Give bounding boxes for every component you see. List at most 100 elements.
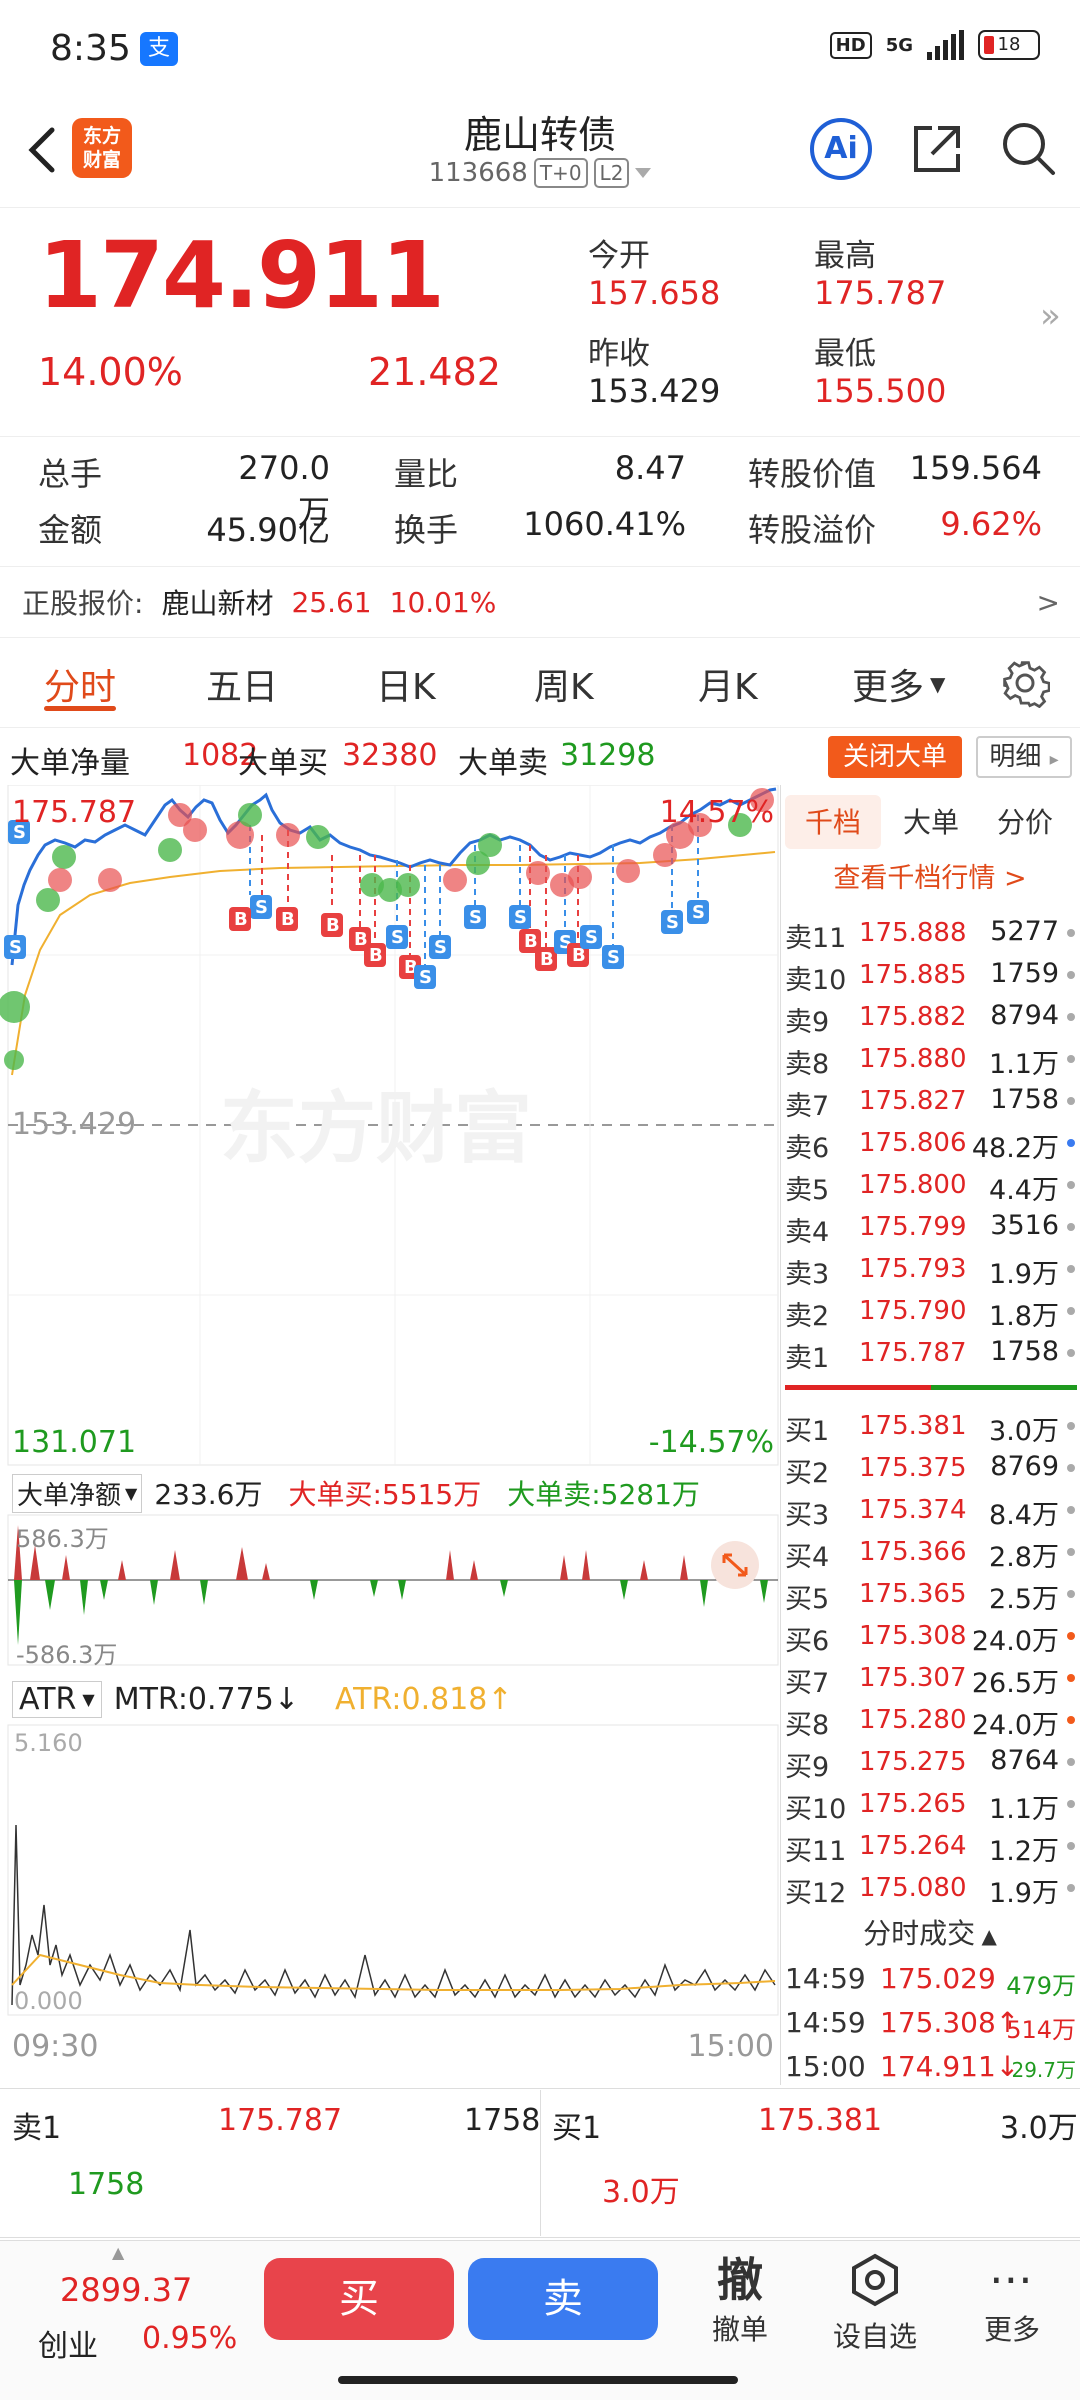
level-dot <box>1067 1884 1075 1892</box>
ask-row[interactable]: 卖2 175.790 1.8万 <box>785 1290 1077 1332</box>
logo-line1: 东方 <box>82 125 121 147</box>
intraday-chart-area[interactable]: 东方财富 S S S B B B B B S B S S S S B B S B… <box>0 785 780 2075</box>
svg-text:S: S <box>585 927 598 948</box>
ob-tab-depth[interactable]: 千档 <box>805 801 861 841</box>
time-axis-start: 09:30 <box>12 2029 99 2064</box>
ask-level: 卖7 <box>785 1091 830 1122</box>
view-depth-link[interactable]: 查看千档行情 > <box>785 856 1075 895</box>
detail-label: 明细 <box>989 742 1042 772</box>
settings-gear-icon[interactable] <box>1000 658 1050 708</box>
bid-level: 买6 <box>785 1626 830 1657</box>
ask-row[interactable]: 卖6 175.806 48.2万 <box>785 1122 1077 1164</box>
search-icon[interactable] <box>998 118 1058 178</box>
more-button[interactable]: ⋯ 更多 <box>962 2252 1062 2348</box>
ask-row[interactable]: 卖8 175.880 1.1万 <box>785 1038 1077 1080</box>
caret-up-icon: ▲ <box>975 1924 997 1948</box>
level-dot <box>1067 1055 1075 1063</box>
ask-row[interactable]: 卖7 175.827 1758 <box>785 1080 1077 1122</box>
bid-row[interactable]: 买8 175.280 24.0万 <box>785 1699 1077 1741</box>
atr-axis-top: 5.160 <box>14 1729 83 1757</box>
tab-five-day[interactable]: 五日 <box>206 658 278 710</box>
buy-button[interactable]: 买 <box>264 2258 454 2340</box>
ask-row[interactable]: 卖10 175.885 1759 <box>785 954 1077 996</box>
bid-row[interactable]: 买3 175.374 8.4万 <box>785 1489 1077 1531</box>
svg-text:S: S <box>607 947 620 968</box>
caret-up-icon: ▲ <box>112 2243 125 2262</box>
atr-selector[interactable]: ATR ▼ <box>12 1681 102 1718</box>
open-value: 157.658 <box>588 274 721 312</box>
flow-selector[interactable]: 大单净额 ▼ <box>12 1473 143 1513</box>
svg-text:S: S <box>692 902 705 923</box>
trade-row: 14:59 175.308↑ 514万 <box>785 2002 1080 2046</box>
stat-value: 45.90亿 <box>206 511 330 549</box>
ob-tab-big[interactable]: 大单 <box>903 801 959 841</box>
status-bar: 8:35 支 HD 5G 18 <box>0 0 1080 100</box>
tab-weekly-k[interactable]: 周K <box>534 658 594 710</box>
bid-row[interactable]: 买5 175.365 2.5万 <box>785 1573 1077 1615</box>
chart-high-pct: 14.57% <box>659 795 774 830</box>
bs-markers: S S S B B B B B S B S S S S B B S B S S … <box>4 820 709 989</box>
chevron-right-icon: ▸ <box>1049 749 1059 770</box>
ask-volume: 1758 <box>990 1336 1059 1367</box>
ask-row[interactable]: 卖4 175.799 3516 <box>785 1206 1077 1248</box>
bid-row[interactable]: 买10 175.265 1.1万 <box>785 1783 1077 1825</box>
bid-row[interactable]: 买2 175.375 8769 <box>785 1447 1077 1489</box>
bid-volume: 8764 <box>990 1745 1059 1776</box>
ask-volume: 1758 <box>990 1084 1059 1115</box>
underlying-stock-row[interactable]: 正股报价: 鹿山新材 25.61 10.01% > <box>0 566 1080 638</box>
ask-row[interactable]: 卖9 175.882 8794 <box>785 996 1077 1038</box>
caret-down-icon: ▼ <box>82 1690 95 1709</box>
svg-text:S: S <box>469 907 482 928</box>
mtr-line <box>11 1824 776 2006</box>
bid-row[interactable]: 买11 175.264 1.2万 <box>785 1825 1077 1867</box>
close-big-order-button[interactable]: 关闭大单 <box>828 736 962 778</box>
share-icon[interactable] <box>908 120 966 178</box>
tab-monthly-k[interactable]: 月K <box>698 658 758 710</box>
ask-volume: 1759 <box>990 958 1059 989</box>
tab-more[interactable]: 更多 ▼ <box>852 658 945 710</box>
trades-title[interactable]: 分时成交 ▲ <box>785 1912 1075 1952</box>
svg-text:S: S <box>419 967 432 988</box>
tab-intraday[interactable]: 分时 <box>44 658 116 710</box>
chart-low-pct: -14.57% <box>648 1425 774 1460</box>
detail-button[interactable]: 明细 ▸ <box>976 736 1072 778</box>
ask-row[interactable]: 卖5 175.800 4.4万 <box>785 1164 1077 1206</box>
ask-volume: 3516 <box>990 1210 1059 1241</box>
trade-price: 174.911↓ <box>880 2050 1020 2083</box>
trade-volume: 514万 <box>1006 2016 1076 2044</box>
index-value[interactable]: 2899.37 <box>60 2271 192 2309</box>
bid-row[interactable]: 买6 175.308 24.0万 <box>785 1615 1077 1657</box>
ask-price: 175.793 <box>859 1254 967 1284</box>
ask-row[interactable]: 卖3 175.793 1.9万 <box>785 1248 1077 1290</box>
ask-row[interactable]: 卖1 175.787 1758 <box>785 1332 1077 1374</box>
sell-button[interactable]: 卖 <box>468 2258 658 2340</box>
ob-tab-price[interactable]: 分价 <box>997 801 1053 841</box>
svg-text:S: S <box>255 897 268 918</box>
ask-volume: 48.2万 <box>971 1133 1059 1164</box>
bid-row[interactable]: 买1 175.381 3.0万 <box>785 1405 1077 1447</box>
bid-row[interactable]: 买9 175.275 8764 <box>785 1741 1077 1783</box>
back-icon[interactable] <box>22 120 62 180</box>
last-price: 174.911 <box>38 222 445 329</box>
bid-row[interactable]: 买4 175.366 2.8万 <box>785 1531 1077 1573</box>
tab-daily-k[interactable]: 日K <box>376 658 436 710</box>
big-sell-value: 31298 <box>560 738 656 773</box>
bid-row[interactable]: 买7 175.307 26.5万 <box>785 1657 1077 1699</box>
bid-price: 175.365 <box>859 1579 967 1609</box>
cancel-label: 撤单 <box>711 2313 768 2346</box>
home-indicator <box>338 2376 738 2384</box>
svg-text:S: S <box>434 937 447 958</box>
quick-bid-price: 175.381 <box>758 2103 883 2138</box>
level-dot <box>1067 1590 1075 1598</box>
cancel-order-button[interactable]: 撤 撤单 <box>690 2252 790 2348</box>
security-code-row[interactable]: 113668 T+0 L2 <box>340 158 740 188</box>
expand-quote-icon[interactable]: » <box>1040 296 1061 336</box>
ask-level: 卖11 <box>785 923 847 954</box>
ask-price: 175.800 <box>859 1170 967 1200</box>
bid-row[interactable]: 买12 175.080 1.9万 <box>785 1867 1077 1909</box>
add-watchlist-button[interactable]: 设自选 <box>820 2252 930 2355</box>
flow-axis-bottom: -586.3万 <box>16 1641 118 1669</box>
ai-button[interactable]: Ai <box>810 118 872 180</box>
ask-row[interactable]: 卖11 175.888 5277 <box>785 912 1077 954</box>
ask-level: 卖3 <box>785 1259 830 1290</box>
